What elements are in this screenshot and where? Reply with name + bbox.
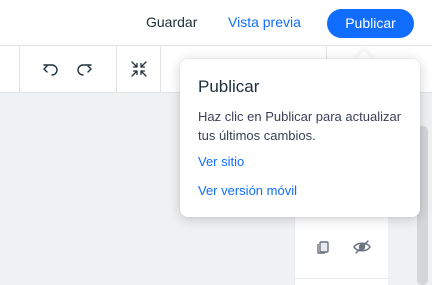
save-button[interactable]: Guardar <box>146 14 197 30</box>
zoom-out-icon[interactable] <box>128 58 150 80</box>
preview-button[interactable]: Vista previa <box>228 14 301 30</box>
top-bar: Guardar Vista previa Publicar <box>0 0 432 46</box>
popover-title: Publicar <box>198 77 260 96</box>
publish-button[interactable]: Publicar <box>327 9 414 38</box>
side-panel-divider <box>295 278 389 279</box>
duplicate-icon[interactable] <box>313 237 333 257</box>
undo-icon[interactable] <box>40 58 62 80</box>
publish-popover: Publicar Haz clic en Publicar para actua… <box>180 59 420 217</box>
popover-description: Haz clic en Publicar para actualizar tus… <box>198 109 402 143</box>
hide-icon[interactable] <box>352 237 372 257</box>
toolbar-divider <box>160 46 161 92</box>
redo-icon[interactable] <box>73 58 95 80</box>
view-mobile-link[interactable]: Ver versión móvil <box>198 183 297 198</box>
view-site-link[interactable]: Ver sitio <box>198 154 244 169</box>
toolbar-divider <box>19 46 20 92</box>
toolbar-divider <box>116 46 117 92</box>
